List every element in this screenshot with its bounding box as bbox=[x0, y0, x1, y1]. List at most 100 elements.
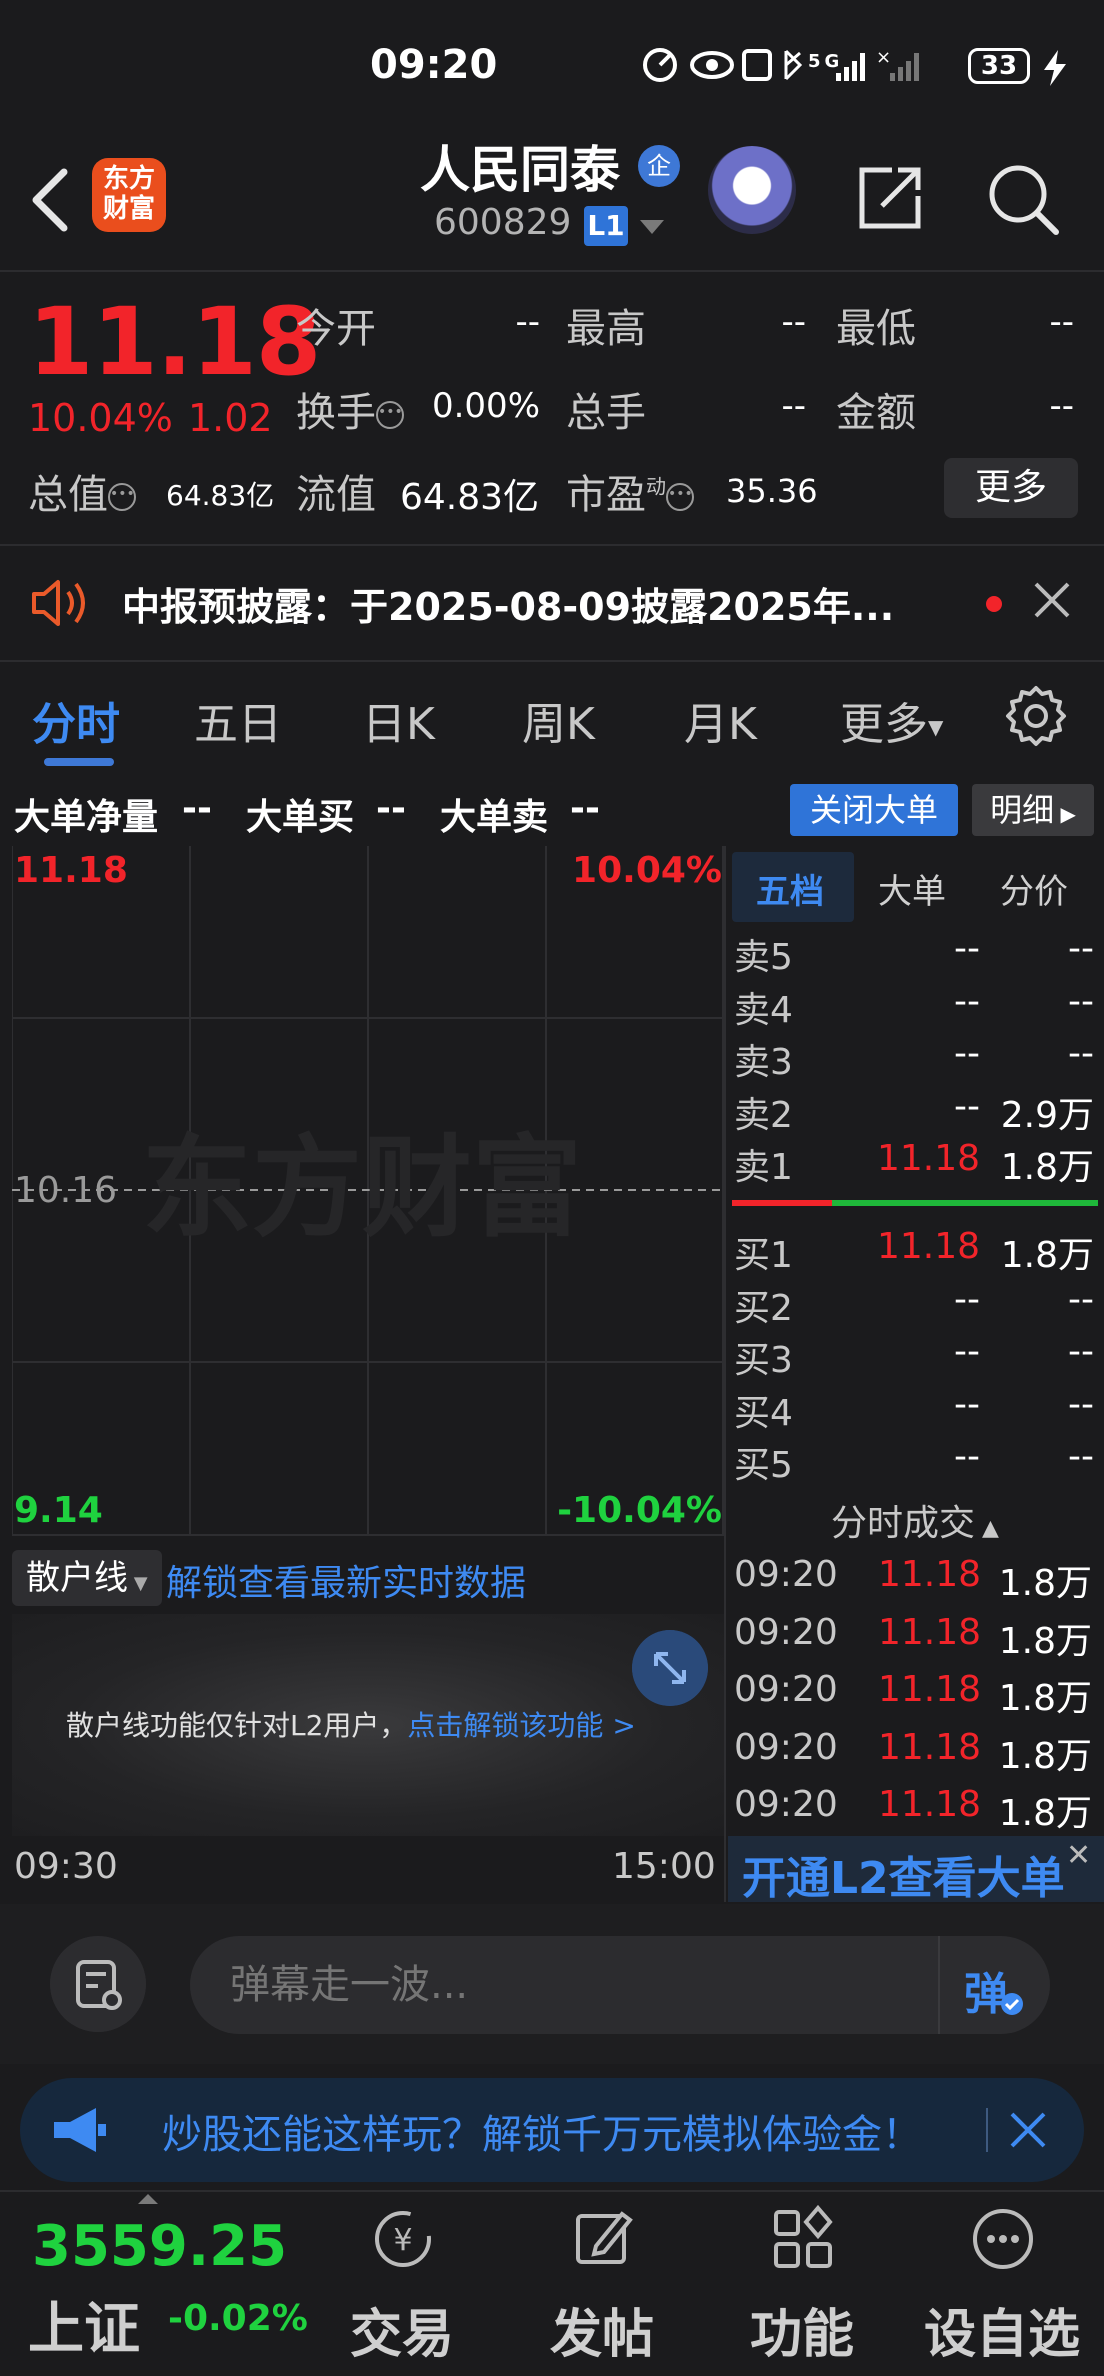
tab-weekly-k[interactable]: 周K bbox=[522, 688, 595, 752]
close-big-order-button[interactable]: 关闭大单 bbox=[790, 784, 958, 836]
trade-row[interactable]: 09:20 11.18 1.8万 bbox=[732, 1554, 1098, 1610]
tab-intraday[interactable]: 分时 bbox=[32, 688, 120, 752]
tab-more-label: 更多 bbox=[840, 699, 928, 750]
sell-level-label: 卖4 bbox=[734, 989, 793, 1031]
buy-level-volume: -- bbox=[1068, 1436, 1094, 1477]
danmu-input[interactable] bbox=[190, 1936, 1050, 2034]
tab-five-day[interactable]: 五日 bbox=[194, 688, 282, 752]
sell-level-label: 卖1 bbox=[734, 1147, 793, 1188]
chevron-up-icon[interactable] bbox=[138, 2194, 158, 2204]
book-tab-price-dist[interactable]: 分价 bbox=[1000, 864, 1068, 913]
sell-level-price: -- bbox=[954, 1085, 980, 1127]
chevron-down-icon: ▼ bbox=[128, 1573, 148, 1594]
buy-level-row[interactable]: 买2 -- -- bbox=[732, 1279, 1098, 1331]
retail-unlock-link[interactable]: 解锁查看最新实时数据 bbox=[166, 1554, 526, 1606]
buy-level-row[interactable]: 买3 -- -- bbox=[732, 1331, 1098, 1383]
nav-add-watchlist[interactable]: 设自选 bbox=[912, 2192, 1092, 2376]
info-dots-icon[interactable]: ••• bbox=[376, 401, 404, 429]
sell-level-price: 11.18 bbox=[876, 1138, 980, 1179]
sell-level-row[interactable]: 卖4 -- -- bbox=[732, 981, 1098, 1033]
l2-banner-text[interactable]: 开通L2查看大单 bbox=[742, 1842, 1065, 1906]
close-icon[interactable] bbox=[1030, 578, 1074, 622]
stock-name: 人民同泰 bbox=[420, 141, 620, 199]
book-tab-big-order[interactable]: 大单 bbox=[878, 864, 946, 913]
retail-note: 散户线功能仅针对L2用户，点击解锁该功能 > bbox=[66, 1704, 636, 1744]
detail-button[interactable]: 明细 ▶ bbox=[972, 784, 1094, 836]
index-change[interactable]: -0.02% bbox=[168, 2298, 308, 2339]
enterprise-badge[interactable]: 企 bbox=[638, 145, 680, 187]
retail-note-text: 散户线功能仅针对L2用户， bbox=[66, 1709, 408, 1742]
ask-ratio bbox=[732, 1200, 832, 1206]
pe-label-text: 市盈 bbox=[566, 472, 646, 518]
gear-icon[interactable] bbox=[1004, 684, 1068, 748]
level-dropdown-icon[interactable] bbox=[640, 220, 664, 234]
stock-header: 东方 财富 人民同泰 企 600829 L1 bbox=[0, 130, 1104, 270]
book-tab-five-level[interactable]: 五档 bbox=[756, 864, 824, 913]
trade-row[interactable]: 09:20 11.18 1.8万 bbox=[732, 1669, 1098, 1725]
info-dots-icon[interactable]: ••• bbox=[108, 483, 136, 511]
trade-row[interactable]: 09:20 11.18 1.8万 bbox=[732, 1727, 1098, 1783]
intraday-chart[interactable]: 东方财富 11.18 10.04% 10.16 9.14 -10.04% bbox=[12, 846, 724, 1536]
info-dots-icon[interactable]: ••• bbox=[666, 483, 694, 511]
stock-code: 600829 bbox=[434, 202, 572, 243]
close-icon[interactable] bbox=[1004, 2106, 1052, 2154]
buy-level-price: 11.18 bbox=[876, 1226, 980, 1267]
charging-icon bbox=[1044, 50, 1066, 86]
trade-icon: ¥ bbox=[375, 2211, 431, 2267]
tab-monthly-k[interactable]: 月K bbox=[684, 688, 757, 752]
tab-more[interactable]: 更多▼ bbox=[840, 688, 943, 752]
level-badge[interactable]: L1 bbox=[584, 206, 628, 246]
open-label: 今开 bbox=[296, 306, 376, 352]
divider bbox=[0, 270, 1104, 272]
app-logo[interactable]: 东方 财富 bbox=[92, 158, 166, 232]
index-name[interactable]: 上证 bbox=[28, 2284, 140, 2365]
bottom-nav: 3559.25 上证 -0.02% ¥ 交易 发帖 功能 设自选 bbox=[0, 2190, 1104, 2376]
bid-ratio bbox=[832, 1200, 1098, 1206]
search-icon[interactable] bbox=[984, 160, 1060, 236]
sell-level-price: -- bbox=[954, 1033, 980, 1074]
buy-level-row[interactable]: 买4 -- -- bbox=[732, 1384, 1098, 1436]
big-sell-value: -- bbox=[570, 788, 600, 829]
buy-level-row[interactable]: 买5 -- -- bbox=[732, 1436, 1098, 1488]
sell-level-row[interactable]: 卖3 -- -- bbox=[732, 1033, 1098, 1085]
tab-daily-k[interactable]: 日K bbox=[362, 688, 435, 752]
promo-text[interactable]: 炒股还能这样玩？解锁千万元模拟体验金！ bbox=[162, 2102, 922, 2160]
nav-add-watchlist-label: 设自选 bbox=[923, 2305, 1080, 2365]
ai-assistant-icon[interactable] bbox=[708, 146, 796, 234]
nav-functions[interactable]: 功能 bbox=[712, 2192, 892, 2376]
high-label: 最高 bbox=[566, 306, 646, 352]
unread-dot bbox=[986, 596, 1002, 612]
edit-icon bbox=[576, 2211, 633, 2264]
turnover-value: 0.00% bbox=[431, 386, 540, 426]
sell-level-row[interactable]: 卖5 -- -- bbox=[732, 928, 1098, 980]
back-icon[interactable] bbox=[20, 160, 80, 240]
megaphone-icon bbox=[54, 2108, 106, 2152]
expand-icon[interactable] bbox=[632, 1630, 708, 1706]
nav-post[interactable]: 发帖 bbox=[512, 2192, 692, 2376]
trade-row[interactable]: 09:20 11.18 1.8万 bbox=[732, 1784, 1098, 1840]
index-value[interactable]: 3559.25 bbox=[32, 2214, 287, 2279]
announcement-bar[interactable]: 中报预披露：于2025-08-09披露2025年... bbox=[0, 548, 1104, 658]
close-icon[interactable]: ✕ bbox=[1066, 1838, 1091, 1873]
pe-value: 35.36 bbox=[726, 472, 818, 510]
status-time: 09:20 bbox=[370, 42, 498, 88]
trades-header[interactable]: 分时成交 ▲ bbox=[732, 1494, 1098, 1546]
divider bbox=[0, 660, 1104, 662]
promo-banner[interactable]: 炒股还能这样玩？解锁千万元模拟体验金！ bbox=[20, 2078, 1084, 2182]
trade-time: 09:20 bbox=[734, 1784, 838, 1825]
share-icon[interactable] bbox=[852, 160, 928, 236]
buy-level-volume: -- bbox=[1068, 1331, 1094, 1372]
big-net-label: 大单净量 bbox=[14, 797, 159, 838]
sell-level-row[interactable]: 卖2 -- 2.9万 bbox=[732, 1086, 1098, 1138]
y-top-price: 11.18 bbox=[14, 850, 128, 891]
buy-level-row[interactable]: 买1 11.18 1.8万 bbox=[732, 1226, 1098, 1278]
nav-trade[interactable]: ¥ 交易 bbox=[312, 2192, 492, 2376]
retail-line-select[interactable]: 散户线 ▼ bbox=[12, 1550, 162, 1606]
retail-unlock-feature-link[interactable]: 点击解锁该功能 > bbox=[407, 1709, 635, 1742]
sell-level-row[interactable]: 卖1 11.18 1.8万 bbox=[732, 1138, 1098, 1190]
logo-line-2: 财富 bbox=[102, 194, 155, 224]
trade-row[interactable]: 09:20 11.18 1.8万 bbox=[732, 1612, 1098, 1668]
danmu-settings-icon[interactable] bbox=[50, 1936, 146, 2032]
chevron-right-icon: ▶ bbox=[1054, 802, 1076, 826]
more-button[interactable]: 更多 bbox=[944, 458, 1078, 518]
